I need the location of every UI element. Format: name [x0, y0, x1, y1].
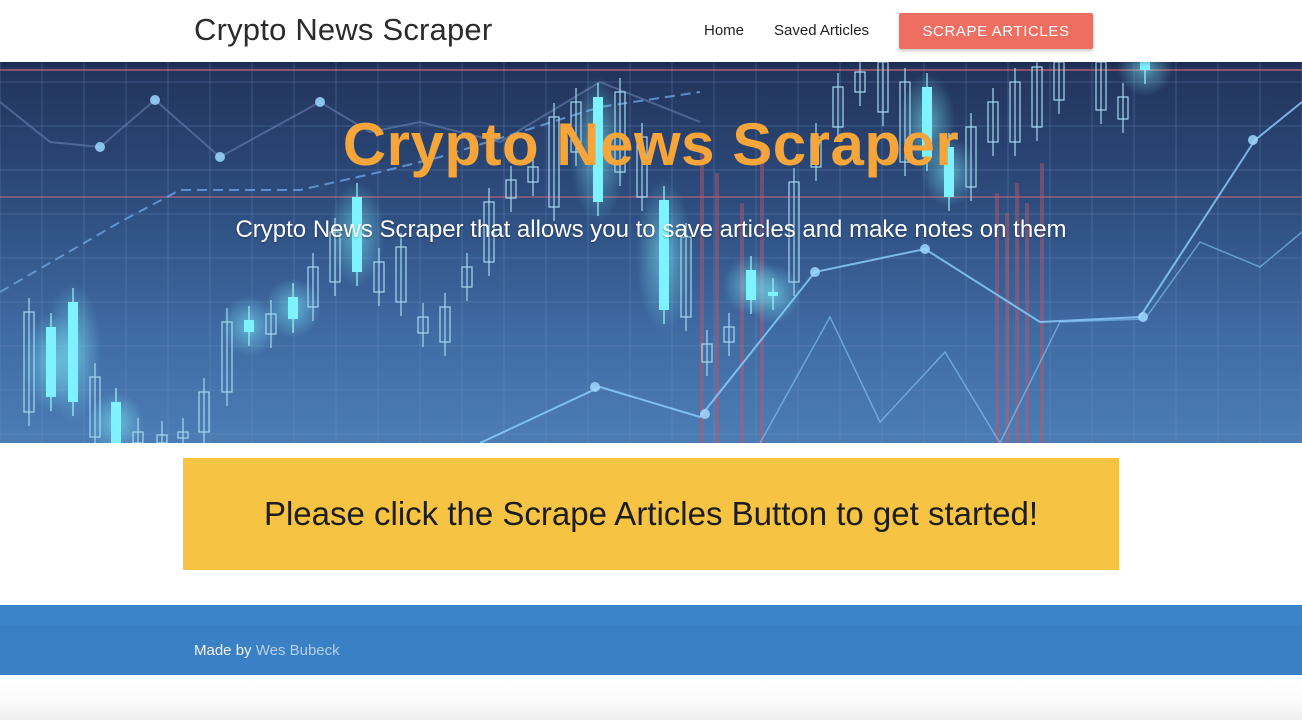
- footer-made-by-label: Made by: [194, 642, 252, 659]
- page-footer: Made by Wes Bubeck: [0, 605, 1302, 675]
- nav-link-saved-articles[interactable]: Saved Articles: [774, 22, 869, 39]
- scrape-articles-button[interactable]: SCRAPE ARTICLES: [899, 13, 1093, 49]
- brand-logo-text[interactable]: Crypto News Scraper: [194, 12, 492, 48]
- footer-top-band: [0, 605, 1302, 625]
- hero-subtitle: Crypto News Scraper that allows you to s…: [235, 216, 1067, 243]
- get-started-callout: Please click the Scrape Articles Button …: [183, 458, 1119, 570]
- page-bottom-whitespace: [0, 675, 1302, 720]
- hero-banner: Crypto News Scraper Crypto News Scraper …: [0, 62, 1302, 443]
- top-navbar: Crypto News Scraper Home Saved Articles …: [0, 0, 1302, 62]
- hero-title: Crypto News Scraper: [342, 111, 960, 178]
- footer-credit: Made by Wes Bubeck: [194, 642, 340, 659]
- nav-link-home[interactable]: Home: [704, 22, 744, 39]
- footer-author-link[interactable]: Wes Bubeck: [256, 642, 340, 659]
